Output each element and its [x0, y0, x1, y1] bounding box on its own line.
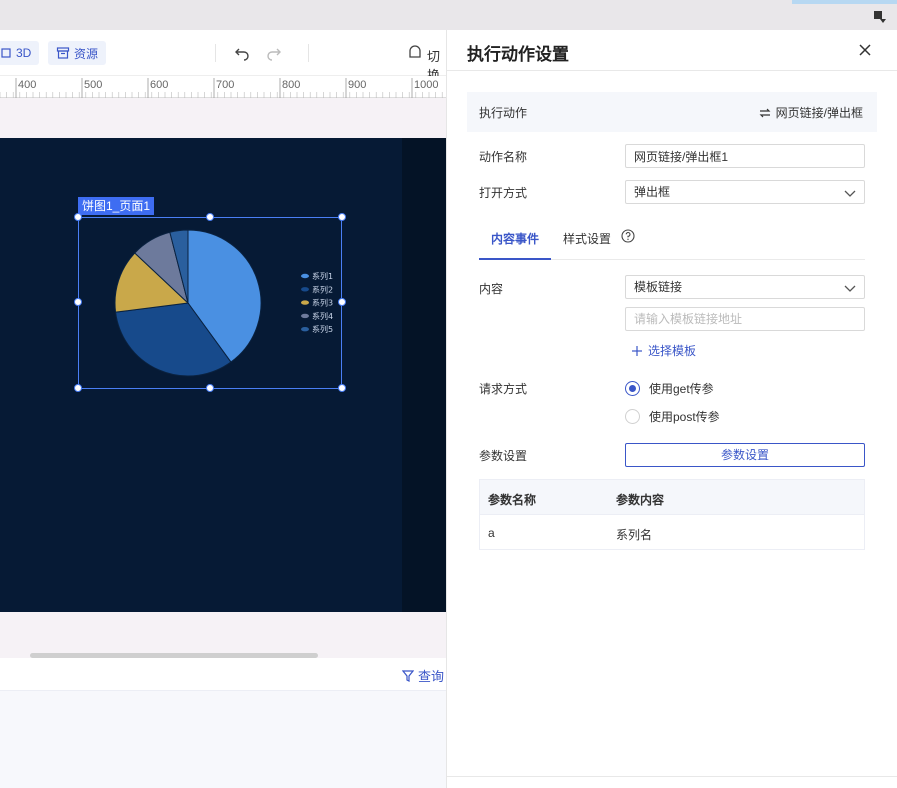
- chevron-down-icon: [844, 285, 856, 292]
- panel-footer-divider: [447, 776, 897, 777]
- params-table: 参数名称 参数内容 a 系列名: [479, 479, 865, 550]
- swap-icon: [759, 108, 771, 117]
- query-button[interactable]: 查询: [402, 666, 444, 685]
- pie-chart[interactable]: 系列1 系列2 系列3 系列4 系列5: [79, 218, 341, 388]
- switch-icon[interactable]: [406, 44, 424, 62]
- params-settings-button[interactable]: 参数设置: [625, 443, 865, 467]
- radio-post-indicator[interactable]: [625, 409, 640, 424]
- archive-icon: [56, 47, 70, 59]
- editor-toolbar: 3D 资源 切换: [0, 30, 446, 83]
- toolbar-divider: [215, 44, 216, 62]
- legend-marker-5: [301, 327, 309, 332]
- open-mode-value: 弹出框: [634, 185, 671, 199]
- select-template-button[interactable]: 选择模板: [631, 342, 696, 359]
- params-label: 参数设置: [479, 449, 528, 463]
- undo-icon[interactable]: [233, 44, 251, 62]
- legend-label-3: 系列3: [312, 298, 333, 308]
- content-type-value: 模板链接: [634, 280, 683, 294]
- select-template-label: 选择模板: [648, 344, 697, 358]
- params-col-name: 参数名称: [488, 493, 537, 507]
- ruler-label: 800: [282, 79, 300, 91]
- legend-marker-3: [301, 300, 309, 305]
- table-row[interactable]: a 系列名: [480, 515, 864, 549]
- query-button-label: 查询: [418, 669, 445, 684]
- action-settings-panel: 执行动作设置 执行动作 网页链接/弹出框 动作名称 打开方式 弹出框: [446, 30, 897, 788]
- action-type-value-text: 网页链接/弹出框: [775, 106, 863, 120]
- canvas-edge: [402, 138, 446, 612]
- template-link-input[interactable]: [625, 307, 865, 331]
- cube-icon: [1, 48, 11, 58]
- chevron-down-icon: [844, 190, 856, 197]
- top-bar-accent: [792, 0, 897, 4]
- ruler-label: 400: [18, 79, 36, 91]
- open-mode-select[interactable]: 弹出框: [625, 180, 865, 204]
- radio-post[interactable]: 使用post传参: [625, 408, 720, 425]
- 3d-button[interactable]: 3D: [0, 41, 40, 65]
- legend-label-1: 系列1: [312, 271, 333, 281]
- layout-corner-icon[interactable]: [873, 10, 887, 24]
- legend-marker-1: [301, 273, 309, 279]
- radio-get-label: 使用get传参: [649, 382, 714, 396]
- legend-marker-2: [301, 287, 309, 292]
- params-col-content: 参数内容: [616, 493, 665, 507]
- horizontal-ruler: 400 500 600 700 800 900 1000: [0, 76, 446, 98]
- ruler-label: 1000: [414, 79, 438, 91]
- panel-title: 执行动作设置: [467, 45, 569, 64]
- action-type-value[interactable]: 网页链接/弹出框: [759, 104, 863, 121]
- redo-icon[interactable]: [265, 44, 283, 62]
- app-root: 3D 资源 切换 400 500 600 700 800 900 1000 饼图1_页面1: [0, 0, 897, 788]
- toolbar-divider: [308, 44, 309, 62]
- legend-marker-4: [301, 313, 309, 319]
- ruler-ticks: 400 500 600 700 800 900 1000: [0, 78, 443, 98]
- resource-button[interactable]: 资源: [48, 41, 107, 65]
- settings-tabs: 内容事件 样式设置: [479, 226, 865, 260]
- radio-get[interactable]: 使用get传参: [625, 380, 714, 397]
- top-bar: [0, 0, 897, 30]
- resource-button-label: 资源: [74, 46, 99, 61]
- ruler-label: 600: [150, 79, 168, 91]
- legend-label-5: 系列5: [312, 324, 333, 334]
- component-tag[interactable]: 饼图1_页面1: [78, 197, 155, 215]
- radio-get-indicator[interactable]: [625, 381, 640, 396]
- param-content-cell: 系列名: [616, 528, 653, 542]
- params-table-header: 参数名称 参数内容: [480, 480, 864, 515]
- legend-label-2: 系列2: [312, 284, 333, 294]
- radio-post-label: 使用post传参: [649, 410, 720, 424]
- tab-style-settings[interactable]: 样式设置: [563, 230, 611, 260]
- 3d-button-label: 3D: [16, 46, 32, 60]
- tab-content-events-label: 内容事件: [491, 232, 540, 246]
- ruler-label: 500: [84, 79, 102, 91]
- plus-icon: [632, 345, 642, 356]
- action-type-row[interactable]: 执行动作 网页链接/弹出框: [467, 92, 877, 132]
- panel-header-divider: [447, 70, 897, 71]
- content-type-select[interactable]: 模板链接: [625, 275, 865, 299]
- filter-icon: [402, 669, 414, 682]
- open-mode-label: 打开方式: [479, 186, 528, 200]
- param-name-cell: a: [488, 526, 495, 540]
- request-method-label: 请求方式: [479, 382, 528, 396]
- action-type-label: 执行动作: [479, 106, 528, 120]
- action-name-label: 动作名称: [479, 150, 528, 164]
- action-name-input[interactable]: [625, 144, 865, 168]
- close-icon[interactable]: [857, 42, 873, 58]
- help-icon[interactable]: [621, 229, 635, 243]
- ruler-label: 900: [348, 79, 366, 91]
- tab-content-events[interactable]: 内容事件: [479, 230, 552, 260]
- legend-label-4: 系列4: [312, 311, 333, 321]
- tab-style-settings-label: 样式设置: [563, 232, 612, 246]
- ruler-label: 700: [216, 79, 234, 91]
- content-label: 内容: [479, 282, 504, 296]
- bottom-panel-header: [0, 658, 446, 691]
